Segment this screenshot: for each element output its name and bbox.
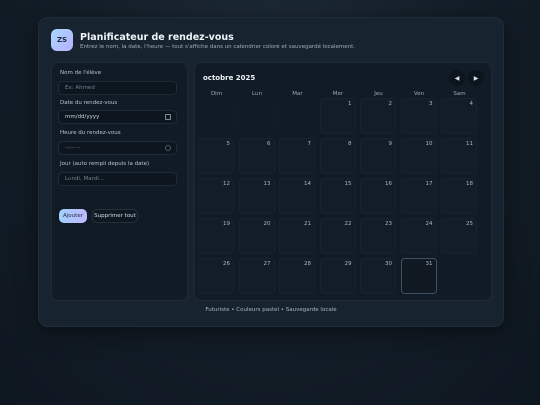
date-label: Date du rendez-vous <box>60 100 118 106</box>
date-value: mm/dd/yyyy <box>65 114 100 120</box>
day-number: 10 <box>425 141 433 147</box>
calendar-day-cell[interactable]: 17 <box>400 178 437 214</box>
day-number: 18 <box>466 181 473 187</box>
calendar-day-cell[interactable]: 10 <box>400 138 437 174</box>
calendar-day-cell[interactable]: 26 <box>198 258 234 294</box>
calendar-day-cell[interactable]: 12 <box>198 178 234 214</box>
time-input[interactable]: --:-- -- <box>58 141 177 155</box>
day-number: 4 <box>469 101 474 107</box>
calendar-day-cell[interactable]: 27 <box>238 258 275 294</box>
calendar-day-cell[interactable]: 1 <box>319 98 356 134</box>
calendar-day-cell[interactable]: 25 <box>441 218 477 254</box>
day-label: Jour (auto rempli depuis la date) <box>60 161 150 167</box>
weekday-header: Mar <box>292 91 303 97</box>
calendar-day-cell[interactable]: 4 <box>441 98 477 134</box>
day-number: 30 <box>385 261 392 267</box>
calendar-day-cell[interactable]: 20 <box>238 218 275 254</box>
day-number: 14 <box>304 181 311 187</box>
calendar-day-cell[interactable]: 11 <box>441 138 477 174</box>
day-number: 22 <box>344 221 352 227</box>
calendar-day-cell[interactable]: 3 <box>400 98 437 134</box>
day-number: 3 <box>429 101 433 107</box>
day-number: 6 <box>267 141 271 147</box>
name-label: Nom de l'élève <box>60 70 102 76</box>
calendar-day-cell[interactable]: 18 <box>441 178 477 214</box>
day-number: 13 <box>263 181 271 187</box>
month-label: octobre 2025 <box>203 74 256 82</box>
weekday-header: Ven <box>413 91 425 97</box>
calendar-empty-cell <box>238 98 275 134</box>
app-card: ZS Planificateur de rendez-vous Entrez l… <box>38 17 504 327</box>
day-number: 21 <box>304 221 311 227</box>
day-number: 15 <box>344 181 352 187</box>
add-button[interactable]: Ajouter <box>59 209 87 223</box>
weekday-header: Dim <box>210 91 223 97</box>
clock-icon[interactable] <box>165 145 171 151</box>
calendar-day-cell[interactable]: 14 <box>279 178 315 214</box>
calendar-day-cell[interactable]: 9 <box>360 138 396 174</box>
day-number: 8 <box>348 141 352 147</box>
calendar-day-cell[interactable]: 30 <box>360 258 396 294</box>
weekday-header: Mer <box>332 91 344 97</box>
calendar-day-cell[interactable]: 6 <box>238 138 275 174</box>
next-month-button[interactable]: ▶ <box>468 70 484 86</box>
day-number: 26 <box>223 261 230 267</box>
calendar-icon[interactable] <box>165 114 171 120</box>
footer-text: Futuriste • Couleurs pastel • Sauvegarde… <box>205 307 337 313</box>
calendar-day-cell[interactable]: 19 <box>198 218 234 254</box>
day-number: 23 <box>385 221 392 227</box>
calendar-day-cell[interactable]: 15 <box>319 178 356 214</box>
time-value: --:-- -- <box>65 145 81 151</box>
day-number: 2 <box>388 101 393 107</box>
page-subtitle: Entrez le nom, la date, l'heure — tout s… <box>80 44 356 50</box>
name-placeholder: Ex: Ahmed <box>65 85 95 91</box>
day-number: 7 <box>307 141 312 147</box>
calendar-day-cell[interactable]: 28 <box>279 258 315 294</box>
day-number: 11 <box>466 141 473 147</box>
calendar-empty-cell <box>279 98 315 134</box>
calendar-day-cell[interactable]: 23 <box>360 218 396 254</box>
weekday-header: Jeu <box>374 91 383 97</box>
weekday-header: Lun <box>252 91 262 97</box>
weekday-header: Sam <box>453 91 466 97</box>
appointment-form: Nom de l'élève Ex: Ahmed Date du rendez-… <box>51 62 188 301</box>
prev-month-button[interactable]: ◀ <box>449 70 465 86</box>
calendar-day-cell[interactable]: 31 <box>400 258 437 294</box>
page-title: Planificateur de rendez-vous <box>80 32 234 43</box>
calendar-day-cell[interactable]: 21 <box>279 218 315 254</box>
calendar-day-cell[interactable]: 16 <box>360 178 396 214</box>
day-number: 5 <box>226 141 231 147</box>
calendar-day-cell[interactable]: 8 <box>319 138 356 174</box>
day-number: 31 <box>425 261 433 267</box>
day-number: 25 <box>466 221 473 227</box>
day-number: 24 <box>425 221 433 227</box>
calendar-day-cell[interactable]: 2 <box>360 98 396 134</box>
calendar-day-cell[interactable]: 13 <box>238 178 275 214</box>
calendar-day-cell[interactable]: 22 <box>319 218 356 254</box>
calendar-day-cell[interactable]: 29 <box>319 258 356 294</box>
date-input[interactable]: mm/dd/yyyy <box>58 110 177 124</box>
day-number: 19 <box>223 221 230 227</box>
day-number: 1 <box>348 101 352 107</box>
calendar-panel: octobre 2025 ◀ ▶ Dim Lun Mar Mer Jeu Ven Sam 1 2… <box>194 62 492 301</box>
day-number: 9 <box>388 141 393 147</box>
name-input[interactable]: Ex: Ahmed <box>58 81 177 95</box>
calendar-empty-cell <box>198 98 234 134</box>
calendar-day-cell[interactable]: 24 <box>400 218 437 254</box>
calendar-day-cell[interactable]: 5 <box>198 138 234 174</box>
day-number: 12 <box>223 181 230 187</box>
day-number: 16 <box>385 181 392 187</box>
day-number: 17 <box>425 181 433 187</box>
delete-all-button[interactable]: Supprimer tout <box>92 209 138 223</box>
logo: ZS <box>51 29 73 51</box>
day-number: 27 <box>263 261 271 267</box>
day-number: 29 <box>344 261 352 267</box>
day-number: 20 <box>263 221 271 227</box>
day-input[interactable]: Lundi, Mardi... <box>58 172 177 186</box>
day-number: 28 <box>304 261 311 267</box>
time-label: Heure du rendez-vous <box>60 130 121 136</box>
day-placeholder: Lundi, Mardi... <box>65 176 104 182</box>
calendar-day-cell[interactable]: 7 <box>279 138 315 174</box>
